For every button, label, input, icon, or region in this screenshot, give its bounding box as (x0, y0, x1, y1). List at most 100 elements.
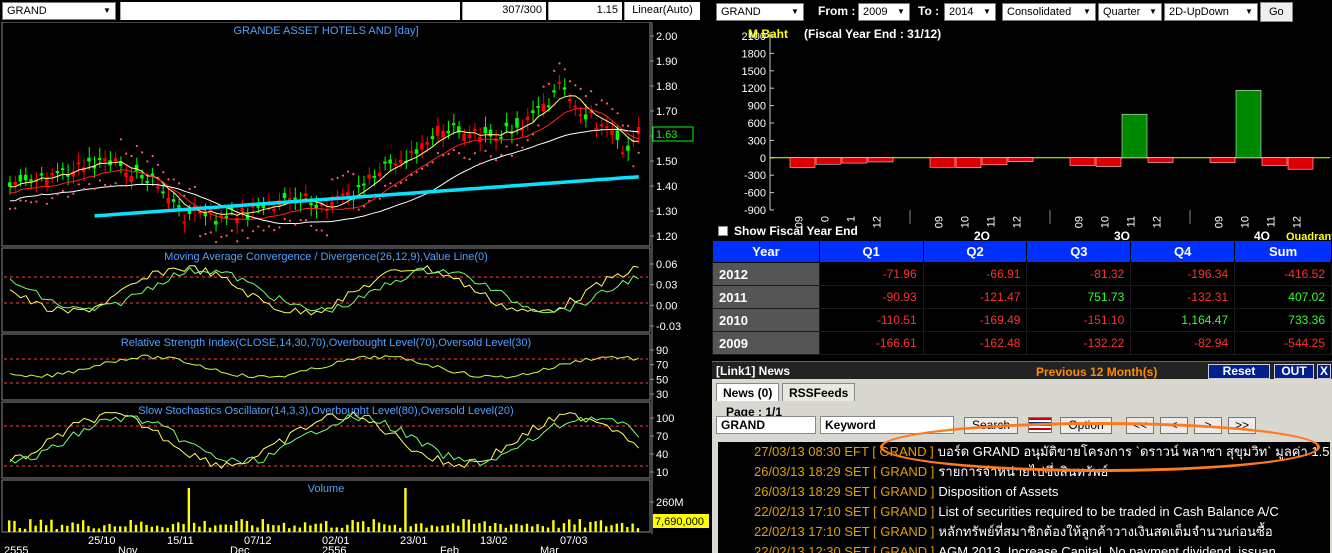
candle-body (462, 133, 466, 141)
candle-body (372, 175, 377, 178)
news-item[interactable]: 27/03/13 08:30 EFT [ GRAND ] บอร์ด GRAND … (718, 442, 1330, 462)
reset-button[interactable]: Reset (1208, 364, 1270, 379)
x-year-tick: 12 (1152, 216, 1164, 228)
news-headline[interactable]: หลักทรัพย์ที่สมาชิกต้องให้ลูกค้าวางเงินส… (938, 524, 1272, 539)
sar-dot (183, 194, 186, 197)
sar-dot (204, 232, 207, 236)
volume-bar (309, 525, 312, 532)
date-tick-label: 13/02 (480, 535, 508, 547)
volume-bar (240, 519, 243, 532)
sar-dot (611, 108, 614, 111)
volume-bar (34, 525, 37, 532)
candle-body (467, 134, 472, 138)
news-headline[interactable]: Disposition of Assets (938, 484, 1058, 499)
axis-tick-label: 260M (656, 497, 684, 509)
search-button[interactable]: Search (964, 417, 1018, 434)
checkbox[interactable] (718, 226, 728, 236)
language-flag-icon[interactable] (1028, 417, 1052, 433)
to-year-select[interactable]: 2014 ▼ (944, 3, 996, 21)
news-window-titlebar: [Link1] News Previous 12 Month(s) Reset … (712, 361, 1332, 379)
keyword-input[interactable]: Keyword (820, 416, 954, 434)
news-item[interactable]: 22/02/13 12:30 SET [ GRAND ] AGM 2013, In… (718, 542, 1330, 553)
value-cell: -132.22 (1026, 331, 1132, 355)
sar-dot (621, 124, 624, 127)
year-cell: 2009 (712, 331, 820, 355)
fin-symbol-select[interactable]: GRAND ▼ (716, 3, 804, 21)
prev-page-button[interactable]: < (1160, 417, 1188, 434)
x-year-tick: 12 (872, 216, 884, 228)
volume-bar (615, 523, 618, 532)
news-headline[interactable]: รายการจำหน่ายไปซึ่งสินทรัพย์ (938, 464, 1108, 479)
sar-dot (35, 200, 38, 203)
fiscal-note: (Fiscal Year End : 31/12) (804, 27, 941, 41)
volume-bar (599, 520, 603, 532)
pane-title: Volume (308, 483, 345, 495)
chart-canvas[interactable]: GRANDE ASSET HOTELS AND [day] 2.00 1.90 1.8… (0, 22, 710, 553)
volume-bar (235, 520, 238, 532)
sar-dot (436, 151, 440, 155)
table-row: 2011 -90.93 -121.47 751.73 -132.31 407.02 (712, 285, 1332, 309)
x-year-tick: 10 (1100, 216, 1112, 228)
volume-bar (39, 519, 43, 532)
bar-count: 307/300 (462, 2, 546, 20)
sar-dot (563, 68, 566, 71)
chart-symbol-select[interactable]: GRAND ▼ (2, 2, 116, 20)
sar-dot (246, 237, 249, 240)
sar-dot (209, 231, 212, 234)
volume-bar (71, 522, 74, 532)
news-item[interactable]: 22/02/13 17:10 SET [ GRAND ] List of secu… (718, 502, 1330, 522)
y-tick-label: -900 (744, 205, 766, 217)
x-year-tick: 11 (1266, 216, 1278, 227)
sar-dot (447, 152, 450, 155)
show-fiscal-year-end[interactable]: Show Fiscal Year End (718, 224, 858, 238)
sar-dot (516, 143, 519, 147)
sar-dot (130, 154, 133, 158)
volume-bar (150, 526, 154, 532)
sar-dot (336, 176, 339, 179)
news-item[interactable]: 26/03/13 18:29 SET [ GRAND ] รายการจำหน่า… (718, 462, 1330, 482)
next-page-button[interactable]: > (1194, 417, 1222, 434)
sar-dot (8, 207, 12, 210)
value-cell: -416.52 (1234, 262, 1332, 286)
volume-bar (76, 523, 80, 532)
volume-bar (425, 527, 428, 532)
view-select[interactable]: 2D-UpDown ▼ (1164, 3, 1258, 21)
candle-body (340, 193, 345, 196)
chart-pane-frame (1, 22, 651, 247)
period-select[interactable]: Quarter ▼ (1098, 3, 1162, 21)
news-headline[interactable]: AGM 2013, Increase Capital, No payment d… (938, 544, 1275, 553)
year-cell: 2012 (712, 262, 820, 286)
close-icon[interactable]: X (1317, 364, 1331, 379)
last-page-button[interactable]: >> (1228, 417, 1256, 434)
tab-rss-feeds[interactable]: RSSFeeds (782, 383, 856, 401)
volume-bar (335, 527, 338, 532)
option-button[interactable]: Option (1060, 417, 1112, 434)
volume-bar (224, 524, 228, 532)
tab-news[interactable]: News (0) (716, 383, 780, 401)
candle-body (55, 171, 60, 174)
sar-dot (30, 201, 33, 204)
news-item[interactable]: 22/02/13 17:10 SET [ GRAND ] หลักทรัพย์ที… (718, 522, 1330, 542)
from-year-select[interactable]: 2009 ▼ (858, 3, 910, 21)
volume-bar (367, 526, 370, 532)
news-item[interactable]: 26/03/13 18:29 SET [ GRAND ] Disposition … (718, 482, 1330, 502)
first-page-button[interactable]: << (1126, 417, 1154, 434)
sar-dot (283, 217, 286, 221)
out-button[interactable]: OUT (1274, 364, 1314, 379)
candle-body (367, 174, 371, 179)
news-headline[interactable]: List of securities required to be traded… (938, 504, 1278, 519)
scale-mode[interactable]: Linear(Auto) (624, 2, 700, 20)
news-symbol-input[interactable]: GRAND (716, 416, 816, 434)
previous-months-label[interactable]: Previous 12 Month(s) (1036, 365, 1157, 379)
volume-bar (325, 520, 328, 532)
statement-select[interactable]: Consolidated ▼ (1002, 3, 1096, 21)
volume-bar (446, 525, 449, 532)
volume-bar (499, 524, 502, 532)
sar-dot (521, 146, 524, 149)
sar-dot (146, 160, 149, 163)
col-header-year: Year (712, 240, 820, 263)
go-button[interactable]: Go (1260, 2, 1293, 22)
news-headline[interactable]: บอร์ด GRAND อนุมัติขายโครงการ `ดราวน์ พล… (938, 444, 1330, 459)
volume-bar (129, 519, 132, 532)
volume-bar (97, 528, 101, 532)
